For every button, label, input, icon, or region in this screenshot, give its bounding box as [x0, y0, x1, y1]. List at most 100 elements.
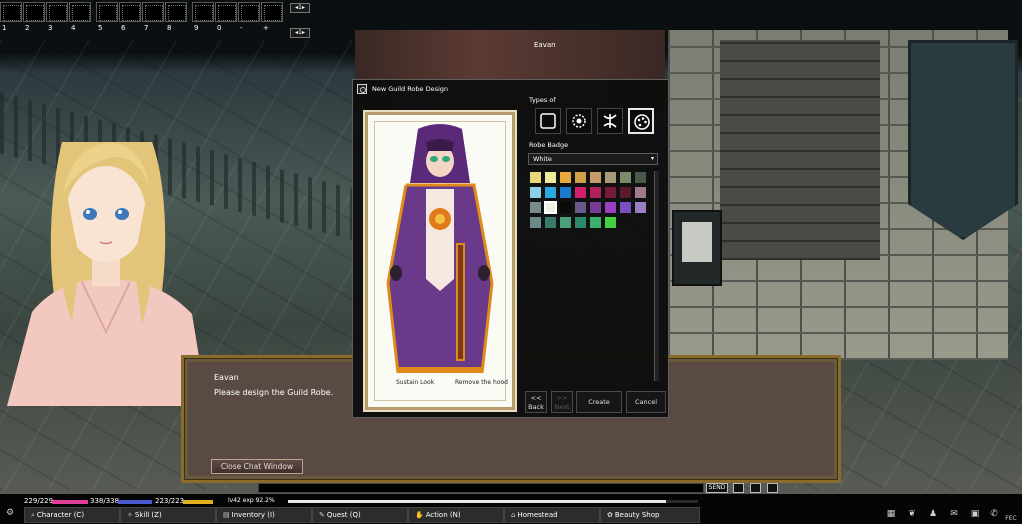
menu-action[interactable]: ✋ Action (N) [408, 507, 504, 523]
send-button[interactable]: SEND [706, 483, 728, 493]
color-swatch[interactable] [544, 171, 557, 184]
color-swatch[interactable] [529, 186, 542, 199]
color-swatch[interactable] [529, 216, 542, 229]
notice-board[interactable] [672, 210, 722, 286]
menu-label: Inventory (I) [231, 511, 275, 519]
hotbar-slot[interactable] [215, 2, 237, 22]
menu-inventory[interactable]: ▤ Inventory (I) [216, 507, 312, 523]
color-swatch[interactable] [574, 171, 587, 184]
action-icon: ✋ [415, 511, 424, 519]
back-button[interactable]: << Back [525, 391, 547, 413]
color-swatch[interactable] [604, 216, 617, 229]
color-swatch[interactable] [634, 201, 647, 214]
chat-option-button[interactable] [733, 483, 744, 493]
color-swatch[interactable] [589, 186, 602, 199]
menu-character[interactable]: ⌕ Character (C) [24, 507, 120, 523]
color-swatch[interactable] [559, 186, 572, 199]
hotbar-slot-number: 3 [48, 24, 53, 32]
color-swatch[interactable] [544, 216, 557, 229]
color-swatch[interactable] [544, 201, 557, 214]
create-button[interactable]: Create [576, 391, 622, 413]
color-swatch-grid [529, 171, 661, 380]
swatch-scrollbar[interactable] [654, 171, 659, 381]
close-chat-button[interactable]: Close Chat Window [211, 459, 303, 474]
window-menu-icon[interactable] [357, 84, 367, 94]
square-icon [540, 113, 556, 129]
color-swatch[interactable] [619, 171, 632, 184]
color-swatch[interactable] [619, 201, 632, 214]
hotbar-slot[interactable] [96, 2, 118, 22]
robe-badge-dropdown[interactable]: White ▾ [528, 153, 658, 165]
color-swatch[interactable] [559, 171, 572, 184]
hotbar-page-control[interactable]: ◂1▸ [290, 3, 310, 13]
remove-hood-toggle[interactable]: Remove the hood [455, 379, 508, 386]
hotbar-slot-number: 0 [217, 24, 222, 32]
type-crossed-button[interactable] [597, 108, 623, 134]
color-swatch[interactable] [589, 171, 602, 184]
hotbar-slot[interactable] [142, 2, 164, 22]
exp-bar [288, 500, 698, 503]
color-swatch[interactable] [589, 201, 602, 214]
back-label: Back [528, 403, 544, 411]
exp-bar-fill [288, 500, 667, 503]
next-arrow-icon: >> [556, 394, 568, 402]
menu-homestead[interactable]: ⌂ Homestead [504, 507, 600, 523]
pet-icon[interactable]: ❦ [905, 507, 919, 521]
type-palette-button[interactable] [628, 108, 654, 134]
type-emblem-button[interactable] [566, 108, 592, 134]
chat-option-button[interactable] [767, 483, 778, 493]
map-icon[interactable]: ▦ [884, 507, 898, 521]
party-icon[interactable]: ♟ [926, 507, 940, 521]
bag-icon: ▤ [223, 511, 230, 519]
color-swatch[interactable] [574, 201, 587, 214]
palette-icon [634, 114, 650, 130]
menu-beauty-shop[interactable]: ✿ Beauty Shop [600, 507, 700, 523]
robe-badge-value: White [533, 155, 552, 163]
type-square-button[interactable] [535, 108, 561, 134]
hotbar-slot-number: - [240, 24, 243, 32]
chat-option-button[interactable] [750, 483, 761, 493]
color-swatch[interactable] [619, 186, 632, 199]
hotbar-slot[interactable] [119, 2, 141, 22]
menu-skill[interactable]: ✧ Skill (Z) [120, 507, 216, 523]
cancel-button[interactable]: Cancel [626, 391, 666, 413]
chevron-down-icon: ▾ [650, 155, 654, 162]
color-swatch[interactable] [529, 171, 542, 184]
mail-icon[interactable]: ✆ [987, 507, 1001, 521]
window-title: New Guild Robe Design [372, 85, 449, 93]
emblem-icon [572, 114, 586, 128]
hotbar-slot[interactable] [69, 2, 91, 22]
color-swatch[interactable] [574, 216, 587, 229]
npc-nameplate[interactable]: Eavan [534, 41, 556, 49]
hotbar-slot[interactable] [23, 2, 45, 22]
color-swatch[interactable] [589, 216, 602, 229]
color-swatch[interactable] [634, 186, 647, 199]
color-swatch[interactable] [559, 201, 572, 214]
screenshot-icon[interactable]: ▣ [968, 507, 982, 521]
hotbar-slot[interactable] [46, 2, 68, 22]
color-swatch[interactable] [529, 201, 542, 214]
hotbar-slot[interactable] [165, 2, 187, 22]
level-exp-text: lv42 exp 92.2% [228, 497, 275, 504]
color-swatch[interactable] [604, 201, 617, 214]
quest-icon: ✎ [319, 511, 325, 519]
hotbar-slot[interactable] [192, 2, 214, 22]
color-swatch[interactable] [634, 171, 647, 184]
color-swatch[interactable] [604, 186, 617, 199]
chat-input[interactable] [258, 483, 704, 493]
color-swatch[interactable] [544, 186, 557, 199]
sustain-look-toggle[interactable]: Sustain Look [396, 379, 434, 386]
hotbar-slot[interactable] [238, 2, 260, 22]
color-swatch[interactable] [574, 186, 587, 199]
hp-text: 229/229 [24, 497, 54, 505]
menu-quest[interactable]: ✎ Quest (Q) [312, 507, 408, 523]
gear-icon[interactable]: ⚙ [0, 508, 20, 524]
next-button[interactable]: >> Next [551, 391, 573, 413]
hotbar-page-control[interactable]: ◂1▸ [290, 28, 310, 38]
chat-bubble-icon[interactable]: ✉ [947, 507, 961, 521]
color-swatch[interactable] [559, 216, 572, 229]
hotbar-slot[interactable] [261, 2, 283, 22]
color-swatch[interactable] [604, 171, 617, 184]
hotbar-page-number: 1 [298, 29, 302, 36]
hotbar-slot[interactable] [0, 2, 22, 22]
